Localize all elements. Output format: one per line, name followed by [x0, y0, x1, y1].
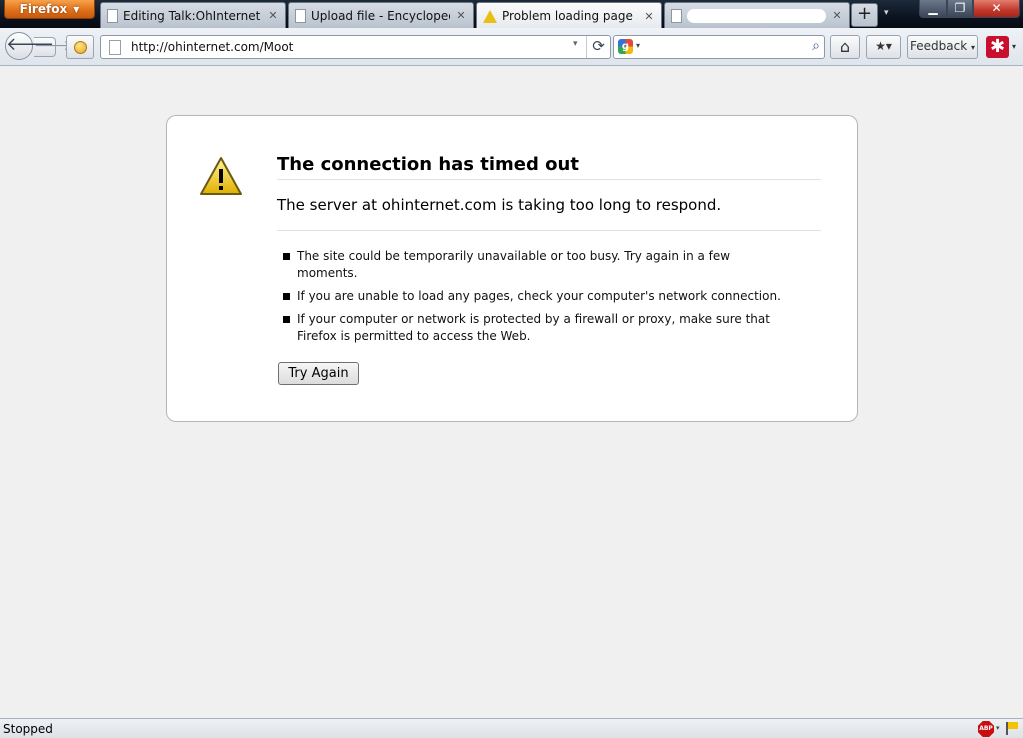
close-window-button[interactable]: ✕ [973, 0, 1020, 18]
error-page-container: The connection has timed out The server … [166, 115, 858, 422]
url-history-dropmarker-icon[interactable]: ▾ [573, 39, 578, 49]
smiley-icon [74, 41, 87, 54]
new-tab-button[interactable]: + [851, 3, 878, 27]
reload-button[interactable]: ⟳ [586, 36, 610, 58]
tab-label: Problem loading page [502, 9, 633, 23]
flag-cloth [1008, 722, 1018, 729]
tab-close-icon[interactable]: ✕ [267, 9, 279, 22]
feedback-button[interactable]: Feedback ▾ [907, 35, 978, 59]
tab-editing-talk[interactable]: Editing Talk:OhInternet (... ✕ [100, 2, 286, 28]
status-text: Stopped [3, 722, 53, 736]
chevron-down-icon[interactable]: ▾ [996, 724, 1000, 732]
bookmarks-menu-button[interactable]: ★▾ [866, 35, 901, 59]
url-bar[interactable]: ▾ ⟳ [100, 35, 611, 59]
tab-close-icon[interactable]: ✕ [455, 9, 467, 22]
chevron-down-icon: ▾ [636, 41, 641, 50]
tab-problem-loading-page[interactable]: Problem loading page ✕ [476, 2, 662, 29]
redacted-tab-label [687, 8, 826, 23]
search-input[interactable] [646, 36, 796, 58]
warning-icon [483, 9, 497, 23]
tab-label: Editing Talk:OhInternet (... [123, 8, 262, 23]
url-input[interactable] [131, 36, 571, 58]
tab-close-icon[interactable]: ✕ [831, 9, 843, 22]
search-icon[interactable]: ⌕ [812, 38, 820, 54]
status-bar: Stopped ABP ▾ [0, 718, 1023, 738]
addon-smiley-button[interactable] [66, 35, 94, 59]
list-all-tabs-button[interactable]: ▾ [884, 8, 889, 18]
list-item: If you are unable to load any pages, che… [283, 288, 793, 305]
firefox-menu-button[interactable]: Firefox ▼ [4, 0, 95, 19]
page-icon [671, 8, 682, 23]
page-icon [295, 8, 306, 23]
tab-redacted[interactable]: ✕ [664, 2, 850, 28]
page-icon [107, 8, 118, 23]
try-again-button[interactable]: Try Again [278, 362, 359, 385]
chevron-down-icon: ▼ [73, 4, 80, 14]
error-title: The connection has timed out [277, 154, 821, 180]
google-icon: g [618, 39, 633, 54]
back-button[interactable]: 🡐 [5, 32, 54, 60]
tab-upload-file[interactable]: Upload file - Encyclopedi... ✕ [288, 2, 474, 28]
error-suggestions-list: The site could be temporarily unavailabl… [283, 248, 793, 351]
chevron-down-icon[interactable]: ▾ [1012, 42, 1016, 51]
list-item: The site could be temporarily unavailabl… [283, 248, 793, 282]
tab-close-icon[interactable]: ✕ [643, 10, 655, 23]
title-bar: Firefox ▼ Editing Talk:OhInternet (... ✕… [0, 0, 1023, 29]
firefox-menu-label: Firefox [19, 2, 68, 16]
site-identity-icon[interactable] [109, 40, 121, 55]
flag-icon[interactable] [1006, 722, 1018, 735]
home-button[interactable]: ⌂ [830, 35, 860, 59]
navigation-toolbar: 🡒 🡐 ▾ ⟳ g ▾ ⌕ ⌂ ★▾ Feedback ▾ ✱ ▾ [0, 28, 1023, 66]
tab-label: Upload file - Encyclopedi... [311, 8, 450, 23]
maximize-button[interactable]: ❐ [947, 0, 973, 18]
search-bar[interactable]: g ▾ ⌕ [613, 35, 825, 59]
chevron-down-icon: ▾ [970, 43, 975, 52]
lastpass-icon[interactable]: ✱ [986, 36, 1009, 58]
list-item: If your computer or network is protected… [283, 311, 793, 345]
warning-icon [200, 157, 242, 195]
adblock-plus-icon[interactable]: ABP [978, 721, 994, 737]
minimize-button[interactable]: ▁ [919, 0, 947, 18]
feedback-label: Feedback [910, 39, 968, 53]
search-engine-selector[interactable]: g ▾ [616, 38, 644, 56]
error-description: The server at ohinternet.com is taking t… [277, 196, 821, 231]
